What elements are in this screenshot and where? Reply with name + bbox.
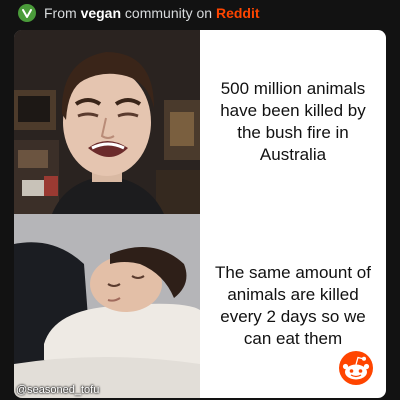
reddit-link[interactable]: Reddit [216,5,260,21]
source-middle: community on [124,5,213,21]
reddit-snoo-icon [338,350,374,386]
top-caption: 500 million animals have been killed by … [220,79,366,164]
community-name-link[interactable]: vegan [81,5,121,21]
crying-face-photo [14,30,200,214]
meme-image[interactable]: 500 million animals have been killed by … [14,30,386,398]
creator-watermark: @seasoned_tofu [16,384,100,396]
source-line: From vegan community on Reddit [44,5,260,21]
vegan-community-icon[interactable] [18,4,36,22]
source-prefix: From [44,5,77,21]
sleeping-person-photo: @seasoned_tofu [14,214,200,398]
post-source-header: From vegan community on Reddit [0,0,400,26]
